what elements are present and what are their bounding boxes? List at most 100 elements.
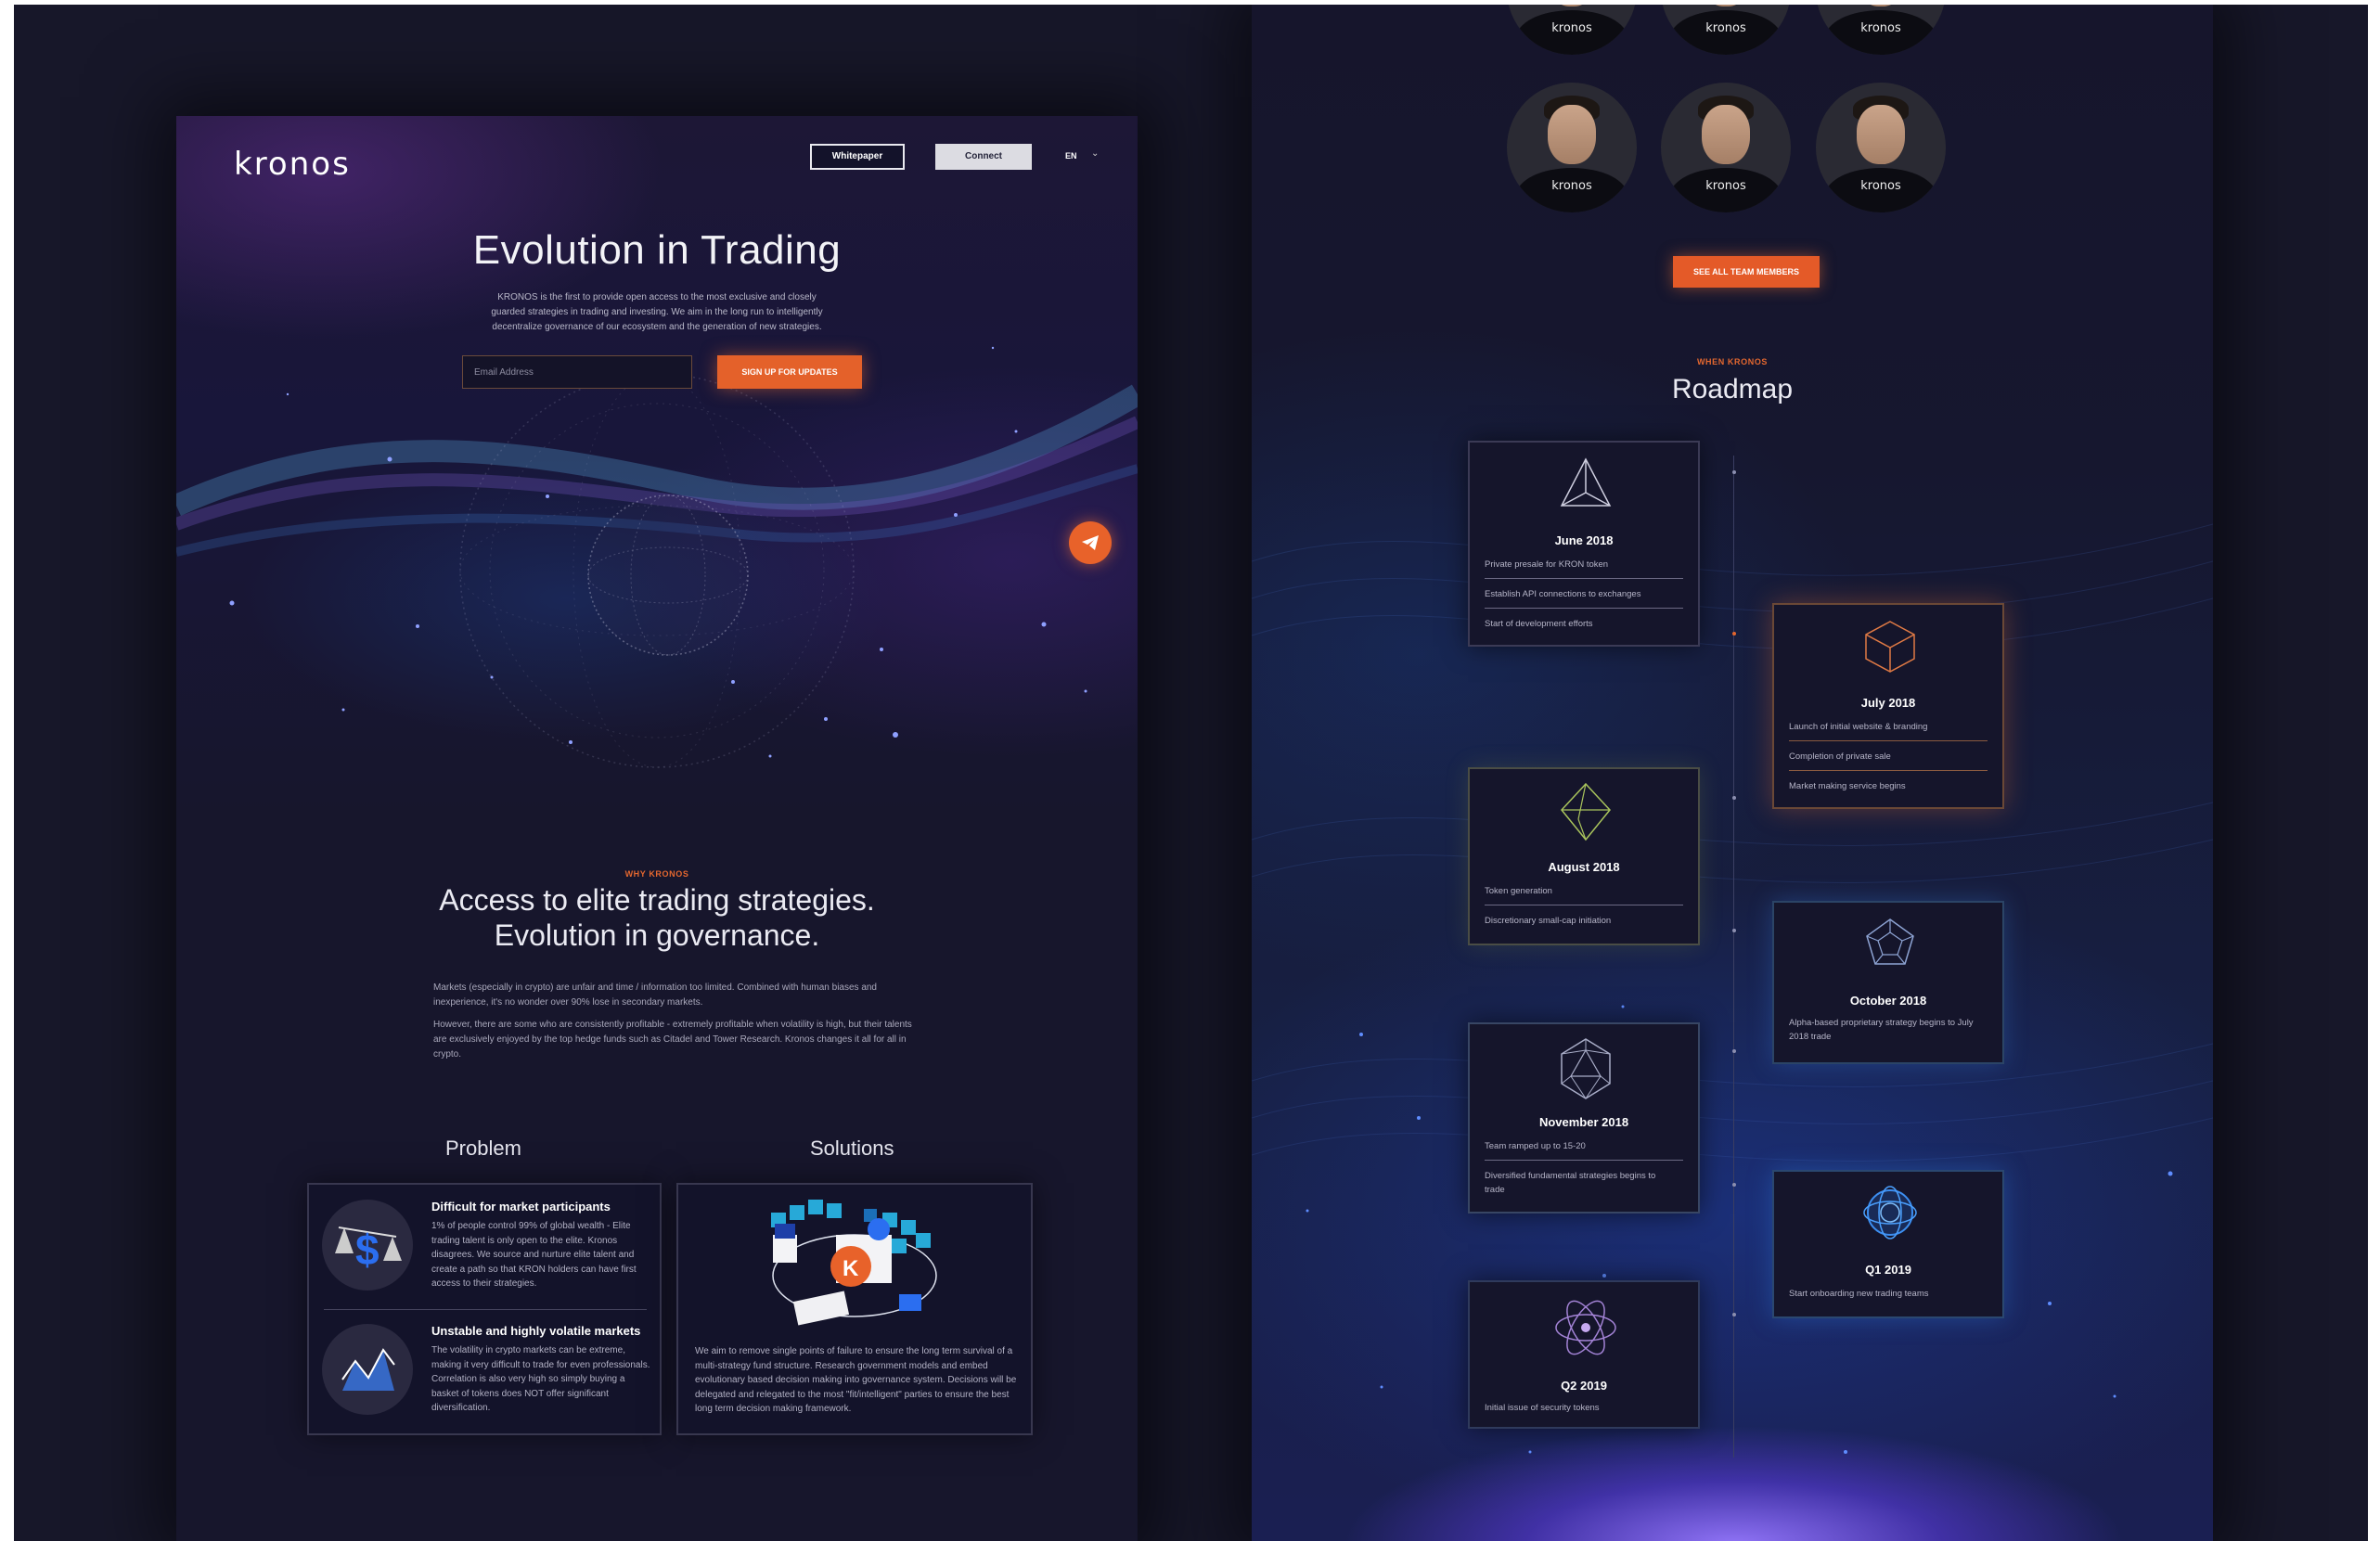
scales-icon: $	[335, 1226, 402, 1274]
svg-text:$: $	[355, 1226, 380, 1274]
timeline-dot	[1731, 796, 1736, 800]
avatar-shirt-logo: kronos	[1705, 179, 1746, 193]
timeline-dot	[1731, 929, 1736, 932]
milestone-item: Start of development efforts	[1485, 619, 1593, 629]
milestone-date: Q1 2019	[1865, 1263, 1911, 1277]
milestone-date: November 2018	[1538, 1115, 1629, 1129]
team-member-avatar[interactable]: kronos	[1816, 83, 1946, 212]
problem-title: Problem	[445, 1136, 521, 1160]
milestone-item: Initial issue of security tokens	[1485, 1403, 1600, 1413]
team-member-avatar[interactable]: kronos	[1661, 83, 1791, 212]
why-kronos-kicker: WHY KRONOS	[624, 869, 689, 879]
timeline-dot	[1731, 632, 1736, 636]
milestone-item: Launch of initial website & branding	[1789, 722, 1928, 732]
why-title-line2: Evolution in governance.	[494, 918, 820, 952]
why-title-line1: Access to elite trading strategies.	[439, 883, 875, 917]
timeline-dot	[1731, 470, 1736, 474]
roadmap-card-august-2018: August 2018 Token generation Discretiona…	[1468, 767, 1700, 945]
chart-icon	[341, 1348, 395, 1391]
milestone-item: Start onboarding new trading teams	[1789, 1289, 1929, 1299]
see-all-team-button[interactable]: SEE ALL TEAM MEMBERS	[1673, 256, 1820, 288]
whitepaper-button[interactable]: Whitepaper	[810, 144, 905, 170]
avatar-shirt-logo: kronos	[1705, 21, 1746, 35]
landing-page-left: kronos Whitepaper Connect EN ⌄ Evolution…	[176, 116, 1138, 1541]
roadmap-card-june-2018: June 2018 Private presale for KRON token…	[1468, 441, 1700, 647]
wave-mesh-graphic	[1252, 523, 2213, 1454]
orbit-icon	[1555, 1300, 1616, 1355]
milestone-divider	[1789, 740, 1988, 741]
roadmap-background	[1252, 5, 2213, 1541]
milestone-item: Team ramped up to 15-20	[1485, 1141, 1586, 1151]
milestone-item: Discretionary small-cap initiation	[1485, 916, 1612, 926]
screenshot-canvas: kronos Whitepaper Connect EN ⌄ Evolution…	[14, 5, 2368, 1541]
roadmap-title: Roadmap	[1671, 374, 1794, 405]
problem-text-2: The volatility in crypto markets can be …	[431, 1345, 650, 1413]
timeline-dot	[1731, 1313, 1736, 1316]
kronos-logo[interactable]: kronos	[234, 146, 351, 183]
roadmap-card-october-2018: October 2018 Alpha-based proprietary str…	[1772, 901, 2004, 1064]
milestone-divider	[1485, 608, 1683, 609]
telegram-icon	[1082, 535, 1099, 550]
timeline-dot	[1731, 1183, 1736, 1187]
avatar-face	[1702, 5, 1750, 6]
milestone-date: July 2018	[1860, 696, 1916, 710]
avatar-shirt-logo: kronos	[1860, 179, 1901, 193]
avatar-shirt-logo: kronos	[1551, 179, 1592, 193]
avatar-face	[1548, 105, 1596, 164]
solutions-isometric-illustration: K	[771, 1200, 937, 1326]
roadmap-card-q1-2019: Q1 2019 Start onboarding new trading tea…	[1772, 1170, 2004, 1318]
roadmap-card-july-2018: July 2018 Launch of initial website & br…	[1772, 603, 2004, 809]
milestone-date: Q2 2019	[1561, 1379, 1607, 1393]
milestone-divider	[1485, 1160, 1683, 1161]
milestone-divider	[1485, 578, 1683, 579]
avatar-shirt-logo: kronos	[1551, 21, 1592, 35]
milestone-item: Token generation	[1485, 886, 1552, 896]
milestone-item: Establish API connections to exchanges	[1485, 589, 1641, 599]
milestone-date: August 2018	[1548, 860, 1620, 874]
team-member-avatar[interactable]: kronos	[1816, 5, 1946, 55]
roadmap-card-november-2018: November 2018 Team ramped up to 15-20 Di…	[1468, 1022, 1700, 1214]
chevron-down-icon[interactable]: ⌄	[1091, 148, 1099, 159]
email-input[interactable]	[462, 355, 692, 389]
atom-icon	[1863, 1186, 1917, 1239]
milestone-divider	[1789, 770, 1988, 771]
problem-heading-1: Difficult for market participants	[431, 1200, 611, 1214]
solutions-title: Solutions	[810, 1136, 894, 1160]
avatar-face	[1857, 5, 1905, 6]
why-paragraph-1: Markets (especially in crypto) are unfai…	[433, 982, 877, 1008]
solutions-card: K We aim to remove single points of fail…	[676, 1183, 1033, 1435]
hero-title: Evolution in Trading	[472, 227, 842, 273]
problem-heading-2: Unstable and highly volatile markets	[431, 1324, 641, 1338]
milestone-item: Market making service begins	[1789, 781, 1906, 791]
roadmap-timeline	[1733, 456, 1734, 1458]
signup-button[interactable]: SIGN UP FOR UPDATES	[717, 355, 862, 389]
language-selector[interactable]: EN	[1065, 151, 1077, 161]
tetrahedron-icon	[1560, 457, 1612, 507]
icosahedron-icon	[1561, 1038, 1611, 1099]
why-paragraph-2: However, there are some who are consiste…	[433, 1020, 912, 1059]
team-member-avatar[interactable]: kronos	[1661, 5, 1791, 55]
why-section-title: Access to elite trading strategies. Evol…	[176, 882, 1138, 953]
hero-globe-graphic	[176, 346, 1138, 768]
hero-description: KRONOS is the first to provide open acce…	[491, 292, 823, 332]
avatar-shirt-logo: kronos	[1860, 21, 1901, 35]
team-member-avatar[interactable]: kronos	[1507, 83, 1637, 212]
landing-page-right: kronos kronos kronos kronos kronos krono…	[1252, 5, 2213, 1541]
problem-text-1: 1% of people control 99% of global wealt…	[431, 1221, 637, 1289]
avatar-face	[1857, 105, 1905, 164]
hero-background	[176, 116, 1138, 821]
octahedron-icon	[1561, 782, 1611, 841]
problem-icon-wealth: $	[322, 1200, 413, 1291]
dodecahedron-icon	[1866, 918, 1914, 965]
roadmap-card-q2-2019: Q2 2019 Initial issue of security tokens	[1468, 1280, 1700, 1429]
milestone-item: Private presale for KRON token	[1485, 559, 1609, 570]
team-member-avatar[interactable]: kronos	[1507, 5, 1637, 55]
milestone-date: June 2018	[1554, 533, 1614, 547]
problem-icon-volatility	[322, 1324, 413, 1415]
timeline-dot	[1731, 1049, 1736, 1053]
problem-card: $ Difficult for market participants 1% o…	[307, 1183, 662, 1435]
cube-icon	[1865, 621, 1915, 673]
svg-text:K: K	[843, 1256, 859, 1281]
connect-button[interactable]: Connect	[935, 144, 1032, 170]
telegram-button[interactable]	[1069, 521, 1112, 564]
